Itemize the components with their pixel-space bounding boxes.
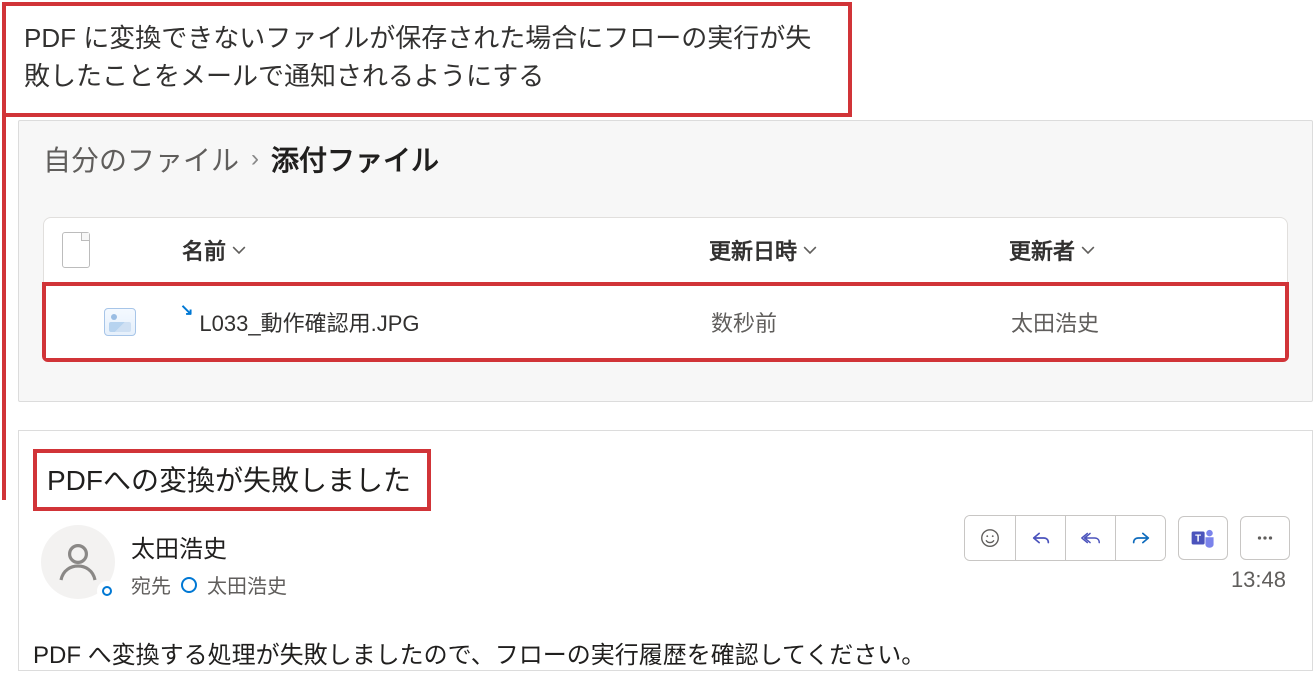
reply-button[interactable] (1015, 516, 1065, 560)
file-row-highlight: ↘ L033_動作確認用.JPG 数秒前 太田浩史 (42, 282, 1289, 362)
email-time: 13:48 (1231, 567, 1286, 593)
column-name-label: 名前 (182, 234, 226, 266)
email-subject: PDFへの変換が失敗しました (33, 449, 431, 511)
file-modified: 数秒前 (711, 306, 1011, 338)
breadcrumb-current: 添付ファイル (271, 139, 439, 179)
teams-icon: T (1190, 525, 1216, 551)
reply-icon (1030, 527, 1052, 549)
column-icon (62, 232, 182, 268)
canvas: PDF に変換できないファイルが保存された場合にフローの実行が失敗したことをメー… (0, 0, 1313, 682)
from-name[interactable]: 太田浩史 (131, 529, 287, 564)
smile-icon (979, 527, 1001, 549)
avatar[interactable] (41, 525, 115, 599)
callout-connector (2, 100, 6, 500)
callout-description: PDF に変換できないファイルが保存された場合にフローの実行が失敗したことをメー… (2, 2, 852, 117)
reply-all-button[interactable] (1065, 516, 1115, 560)
forward-button[interactable] (1115, 516, 1165, 560)
presence-indicator (97, 581, 117, 601)
to-name[interactable]: 太田浩史 (207, 570, 287, 599)
email-body: PDF へ変換する処理が失敗しましたので、フローの実行履歴を確認してください。 (19, 599, 1312, 670)
column-modified[interactable]: 更新日時 (709, 234, 1009, 266)
email-actions: T (964, 515, 1290, 561)
email-body-text: PDF へ変換する処理が失敗しましたので、フローの実行履歴を確認してください。 (33, 642, 925, 669)
chevron-down-icon (1081, 243, 1095, 257)
more-actions-button[interactable] (1240, 516, 1290, 560)
image-file-icon (104, 308, 136, 336)
reply-all-icon (1080, 527, 1102, 549)
breadcrumb-root[interactable]: 自分のファイル (43, 139, 239, 179)
file-type-cell (60, 308, 180, 336)
breadcrumb: 自分のファイル › 添付ファイル (19, 121, 1312, 187)
forward-icon (1130, 527, 1152, 549)
file-name[interactable]: L033_動作確認用.JPG (199, 306, 419, 338)
presence-mini-icon (181, 577, 197, 593)
table-row[interactable]: ↘ L033_動作確認用.JPG 数秒前 太田浩史 (46, 286, 1285, 358)
file-modified-by: 太田浩史 (1011, 306, 1271, 338)
file-name-cell: ↘ L033_動作確認用.JPG (180, 306, 711, 338)
from-block: 太田浩史 宛先 太田浩史 (131, 529, 287, 599)
chevron-down-icon (803, 243, 817, 257)
file-generic-icon (62, 232, 90, 268)
svg-text:T: T (1195, 533, 1201, 544)
email-panel: PDFへの変換が失敗しました 太田浩史 宛先 太田浩史 (18, 430, 1313, 671)
react-button[interactable] (965, 516, 1015, 560)
new-indicator-icon: ↘ (180, 300, 193, 320)
email-subject-text: PDFへの変換が失敗しました (47, 465, 411, 496)
file-panel: 自分のファイル › 添付ファイル 名前 更新日時 (18, 120, 1313, 402)
breadcrumb-separator: › (251, 145, 259, 173)
chevron-down-icon (232, 243, 246, 257)
column-modified-label: 更新日時 (709, 234, 797, 266)
column-modified-by[interactable]: 更新者 (1009, 234, 1269, 266)
to-line: 宛先 太田浩史 (131, 570, 287, 599)
reaction-reply-group (964, 515, 1166, 561)
more-horizontal-icon (1254, 527, 1276, 549)
email-header: 太田浩史 宛先 太田浩史 (19, 511, 1312, 599)
file-list: 名前 更新日時 更新者 (43, 217, 1288, 361)
teams-button[interactable]: T (1178, 516, 1228, 560)
column-modified-by-label: 更新者 (1009, 234, 1075, 266)
file-list-header: 名前 更新日時 更新者 (44, 218, 1287, 282)
person-icon (54, 538, 102, 586)
to-label: 宛先 (131, 570, 171, 599)
column-name[interactable]: 名前 (182, 234, 709, 266)
callout-text: PDF に変換できないファイルが保存された場合にフローの実行が失敗したことをメー… (24, 23, 811, 91)
